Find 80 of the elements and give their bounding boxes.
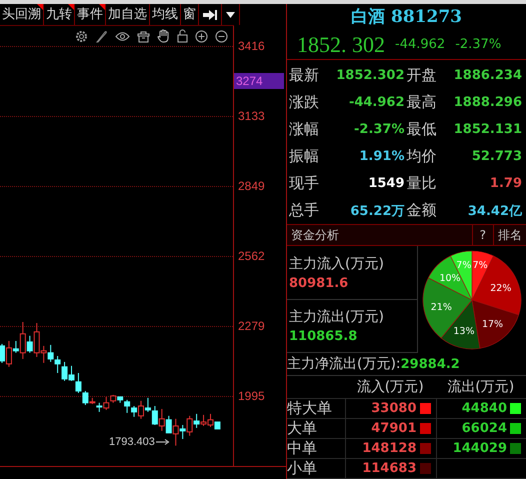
settings-icon[interactable] xyxy=(75,30,88,42)
outflow-cell: 44840 xyxy=(462,401,507,416)
toolbar-tab[interactable]: 九转 xyxy=(44,4,75,25)
toolbar-tab[interactable]: 加自选 xyxy=(106,4,150,25)
zoom-in-icon[interactable] xyxy=(195,30,208,42)
net-outflow-label: 主力净流出(万元): xyxy=(287,355,401,374)
stat-value: -44.962 xyxy=(348,95,406,110)
outflow-cell: 144029 xyxy=(452,441,507,456)
stat-label: 开盘 xyxy=(406,66,438,86)
stock-name: 白酒 xyxy=(351,6,385,28)
order-size-label: 大单 xyxy=(287,419,318,438)
stat-label: 均价 xyxy=(406,147,438,166)
stat-value: 1888.296 xyxy=(452,95,523,110)
slice-label: 10% xyxy=(439,272,461,284)
inflow-cell: 33080 xyxy=(371,401,416,416)
slice-label: 13% xyxy=(453,326,475,337)
toolbar-tab[interactable]: 均线 xyxy=(150,4,181,25)
order-size-label: 中单 xyxy=(287,439,318,458)
toolbar-tab[interactable]: 事件 xyxy=(75,4,106,25)
stat-label: 涨幅 xyxy=(289,120,320,140)
arrow-to-bar-icon xyxy=(202,8,218,20)
low-price-label: 1793.403 xyxy=(109,436,155,448)
inflow-label: 主力流入(万元) xyxy=(289,254,385,273)
arrow-icon xyxy=(156,439,170,445)
inflow-value: 80981.6 xyxy=(289,276,350,291)
axis-tick-label: 1995 xyxy=(237,388,266,404)
stat-value: 52.773 xyxy=(470,149,523,164)
outflow-cell: 66024 xyxy=(462,421,507,436)
outflow-label: 主力流出(万元) xyxy=(289,308,385,326)
inflow-cell: 114683 xyxy=(362,461,416,476)
axis-tick-label: 2562 xyxy=(237,248,266,264)
stat-value: 1852.131 xyxy=(452,122,523,138)
column-header: 流出(万元) xyxy=(446,378,516,396)
net-outflow-value: 29884.2 xyxy=(400,356,460,372)
last-price: 1852. 302 xyxy=(297,32,385,58)
stock-code: 881273 xyxy=(391,6,462,27)
order-size-label: 小单 xyxy=(287,459,318,478)
slice-label: 22% xyxy=(490,282,512,294)
hand-icon[interactable] xyxy=(157,29,170,43)
caret-icon xyxy=(226,12,235,18)
stat-value: -2.37% xyxy=(353,122,406,138)
outflow-value: 110865.8 xyxy=(289,329,358,344)
slice-label: 21% xyxy=(430,302,452,313)
inflow-cell: 47901 xyxy=(371,421,416,436)
stat-value: 65.22万 xyxy=(349,202,406,220)
pen-icon[interactable] xyxy=(95,30,108,42)
stat-value: 1852.302 xyxy=(335,68,406,84)
stat-label: 最新 xyxy=(289,66,320,86)
axis-tick-label: 3416 xyxy=(237,38,266,54)
price-change: -44.962 xyxy=(395,37,446,52)
axis-tick-label: 3133 xyxy=(237,108,266,124)
basket-icon[interactable] xyxy=(137,30,150,42)
column-header: 流入(万元) xyxy=(356,378,425,396)
toolbar-tab[interactable]: 头回溯 xyxy=(0,4,44,25)
stat-label: 量比 xyxy=(406,174,438,194)
slice-label: 7% xyxy=(472,260,488,271)
slice-label: 17% xyxy=(482,319,504,330)
section-title: 资金分析 xyxy=(290,226,340,244)
zoom-out-icon[interactable] xyxy=(215,30,228,42)
stat-label: 现手 xyxy=(289,174,320,194)
lock-icon[interactable] xyxy=(177,29,188,43)
stat-value: 1.91% xyxy=(358,149,406,164)
stat-value: 1549 xyxy=(367,176,406,192)
axis-tick-label: 2849 xyxy=(237,178,266,194)
current-price-label: 3274 xyxy=(234,72,284,89)
stat-label: 最低 xyxy=(406,120,438,140)
axis-tick-label: 2279 xyxy=(237,318,266,334)
eye-icon[interactable] xyxy=(115,30,130,42)
inflow-cell: 148128 xyxy=(362,441,416,456)
stat-value: 34.42亿 xyxy=(466,202,523,220)
stat-label: 金额 xyxy=(406,201,438,220)
stat-value: 1886.234 xyxy=(452,68,523,84)
order-size-label: 特大单 xyxy=(287,399,333,418)
stat-label: 最高 xyxy=(406,93,438,112)
stat-label: 涨跌 xyxy=(289,93,320,112)
stat-label: 总手 xyxy=(289,201,320,220)
change-percent: -2.37% xyxy=(455,37,502,52)
slice-label: 7% xyxy=(456,260,472,271)
stat-label: 振幅 xyxy=(289,147,320,166)
stat-value: 1.79 xyxy=(488,176,523,192)
